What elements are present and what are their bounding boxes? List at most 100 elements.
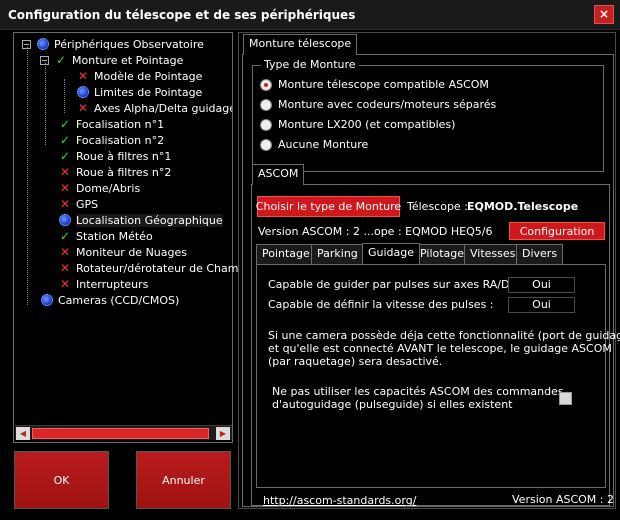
subtab-divers[interactable]: Divers — [516, 244, 564, 264]
tree-item[interactable]: ✓ Station Météo — [58, 228, 153, 244]
cross-icon: ✕ — [59, 245, 71, 259]
tree-horizontal-scrollbar[interactable]: ◀ ▶ — [15, 425, 232, 440]
mount-type-legend: Type de Monture — [261, 58, 359, 71]
pulse-speed-value: Oui — [508, 297, 575, 313]
subtab-guidage[interactable]: Guidage — [362, 243, 421, 264]
tree-item[interactable]: − Périphériques Observatoire — [22, 36, 204, 52]
tree-item[interactable]: ✕ Roue à filtres n°2 — [58, 164, 171, 180]
globe-icon — [40, 293, 54, 307]
ascom-tab-body: Choisir le type de Monture Télescope : E… — [251, 184, 620, 507]
cross-icon: ✕ — [59, 181, 71, 195]
info-line: Si une camera possède déja cette fonctio… — [268, 329, 620, 342]
tree-item[interactable]: Limites de Pointage — [76, 84, 202, 100]
globe-icon — [36, 37, 50, 51]
tree-item-label: Modèle de Pointage — [94, 69, 203, 83]
mount-tab-body: Type de Monture Monture télescope compat… — [242, 54, 620, 507]
ascom-version-line: Version ASCOM : 2 ...ope : EQMOD HEQ5/6 — [258, 225, 493, 238]
check-icon: ✓ — [59, 149, 71, 163]
tree-line — [27, 47, 28, 305]
cross-icon: ✕ — [59, 197, 71, 211]
info-line: (par raquetage) sera desactivé. — [268, 355, 443, 368]
tree-item[interactable]: ✓ Focalisation n°2 — [58, 132, 164, 148]
radio-label: Monture avec codeurs/moteurs séparés — [278, 98, 497, 111]
tree-item-label: Roue à filtres n°1 — [76, 149, 172, 163]
pulse-guiding-value: Oui — [508, 277, 575, 293]
tree-item[interactable]: ✓ Focalisation n°1 — [58, 116, 164, 132]
radio-selected-icon[interactable] — [260, 78, 272, 91]
subtab-pointage[interactable]: Pointage — [256, 244, 316, 264]
title-bar: Configuration du télescope et de ses pér… — [0, 0, 620, 30]
tree-line — [64, 79, 65, 113]
radio-icon[interactable] — [260, 138, 272, 151]
tree-item[interactable]: − ✓ Monture et Pointage — [40, 52, 183, 68]
telescope-label: Télescope : — [407, 200, 468, 213]
pulse-speed-label: Capable de définir la vitesse des pulses… — [268, 298, 494, 311]
globe-icon — [58, 213, 72, 227]
cross-icon: ✕ — [77, 101, 89, 115]
window-title: Configuration du télescope et de ses pér… — [8, 8, 356, 22]
checkbox-label: Ne pas utiliser les capacités ASCOM des … — [272, 385, 564, 398]
radio-ascom[interactable]: Monture télescope compatible ASCOM — [260, 78, 489, 91]
tree-item-label: Focalisation n°2 — [76, 133, 165, 147]
radio-label: Monture LX200 (et compatibles) — [278, 118, 456, 131]
tree-item[interactable]: ✕ Rotateur/dérotateur de Champ — [58, 260, 245, 276]
radio-icon[interactable] — [260, 118, 272, 131]
check-icon: ✓ — [59, 133, 71, 147]
guidage-tab-body: Capable de guider par pulses sur axes RA… — [256, 264, 620, 488]
tree-item[interactable]: ✕ Interrupteurs — [58, 276, 148, 292]
tree-item-label: Axes Alpha/Delta guidage fin — [94, 101, 232, 115]
tree-item[interactable]: ✕ Modèle de Pointage — [76, 68, 202, 84]
tree-item[interactable]: ✕ Dome/Abris — [58, 180, 140, 196]
disable-pulseguide-checkbox[interactable] — [559, 392, 572, 405]
collapse-icon[interactable]: − — [40, 55, 49, 65]
cross-icon: ✕ — [59, 277, 71, 291]
tree-item-label: Cameras (CCD/CMOS) — [58, 293, 180, 307]
tree-item-label: Rotateur/dérotateur de Champ — [76, 261, 246, 275]
tree-item[interactable]: ✕ GPS — [58, 196, 98, 212]
tree-item[interactable]: ✕ Axes Alpha/Delta guidage fin — [76, 100, 232, 116]
tab-mount-telescope[interactable]: Monture télescope — [243, 34, 358, 55]
cross-icon: ✕ — [77, 69, 89, 83]
device-tree[interactable]: − Périphériques Observatoire − ✓ Monture… — [13, 32, 245, 443]
tree-item-label: Limites de Pointage — [94, 85, 203, 99]
radio-icon[interactable] — [260, 98, 272, 111]
checkbox-label: d'autoguidage (pulseguide) si elles exis… — [272, 398, 513, 411]
tree-item[interactable]: Cameras (CCD/CMOS) — [40, 292, 179, 308]
tree-item-label: Station Météo — [76, 229, 153, 243]
ascom-standards-link[interactable]: http://ascom-standards.org/ — [263, 494, 416, 507]
close-button[interactable]: × — [594, 5, 614, 24]
scroll-right-icon[interactable]: ▶ — [216, 427, 230, 440]
scroll-left-icon[interactable]: ◀ — [16, 427, 30, 440]
tree-item-label: Focalisation n°1 — [76, 117, 165, 131]
radio-lx200[interactable]: Monture LX200 (et compatibles) — [260, 118, 455, 131]
tree-item[interactable]: ✕ Moniteur de Nuages — [58, 244, 187, 260]
choose-mount-type-button[interactable]: Choisir le type de Monture — [256, 196, 401, 217]
cancel-button[interactable]: Annuler — [136, 451, 231, 509]
radio-encoders[interactable]: Monture avec codeurs/moteurs séparés — [260, 98, 496, 111]
tree-line — [45, 63, 46, 145]
radio-none[interactable]: Aucune Monture — [260, 138, 368, 151]
mount-settings-panel: Monture télescope Type de Monture Montur… — [238, 32, 620, 509]
radio-label: Aucune Monture — [278, 138, 369, 151]
mount-type-group: Type de Monture Monture télescope compat… — [252, 58, 604, 172]
telescope-value: EQMOD.Telescope — [467, 200, 579, 213]
tree-item[interactable]: ✓ Roue à filtres n°1 — [58, 148, 171, 164]
footer-ascom-version: Version ASCOM : 2 — [512, 493, 614, 506]
ok-button[interactable]: OK — [14, 451, 109, 509]
subtab-vitesses[interactable]: Vitesses — [464, 244, 522, 264]
tree-item-label: Localisation Géographique — [76, 213, 223, 227]
tree-item[interactable]: Localisation Géographique — [58, 212, 223, 228]
subtab-parking[interactable]: Parking — [311, 244, 364, 264]
globe-icon — [76, 85, 90, 99]
collapse-icon[interactable]: − — [22, 39, 31, 49]
tree-item-label: Périphériques Observatoire — [54, 37, 204, 51]
scroll-thumb[interactable] — [32, 428, 209, 439]
tab-ascom[interactable]: ASCOM — [252, 164, 305, 185]
radio-label: Monture télescope compatible ASCOM — [278, 78, 489, 91]
subtab-pilotage[interactable]: Pilotage — [414, 244, 471, 264]
info-line: et qu'elle est connecté AVANT le telesco… — [268, 342, 612, 355]
cross-icon: ✕ — [59, 165, 71, 179]
pulse-guiding-label: Capable de guider par pulses sur axes RA… — [268, 278, 532, 291]
tree-item-label: Moniteur de Nuages — [76, 245, 187, 259]
configuration-button[interactable]: Configuration — [509, 222, 605, 240]
